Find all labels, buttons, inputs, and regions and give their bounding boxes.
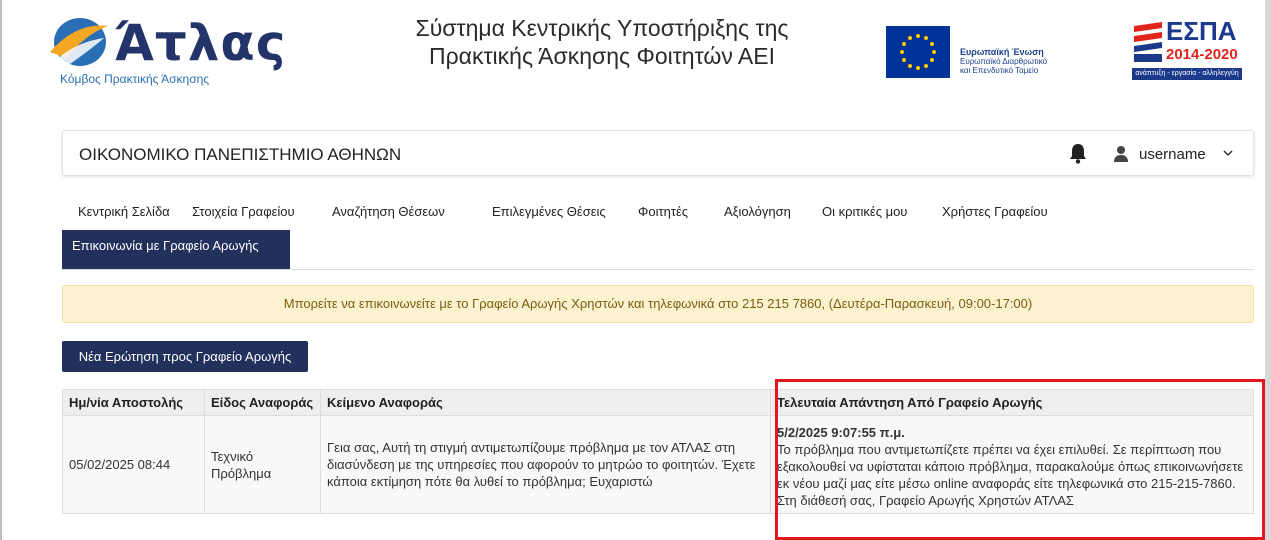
system-title: Σύστημα Κεντρικής Υποστήριξης της Πρακτι… [342,14,862,70]
bell-icon[interactable] [1068,142,1088,164]
nav-item-search-positions[interactable]: Αναζήτηση Θέσεων [332,204,445,219]
user-icon[interactable] [1113,145,1129,163]
username-label[interactable]: username [1139,146,1206,163]
espa-years: 2014-2020 [1166,46,1238,63]
header-type[interactable]: Είδος Αναφοράς [204,389,321,416]
cell-reply: 5/2/2025 9:07:55 π.μ. Το πρόβλημα που αν… [770,415,1254,514]
atlas-logo[interactable]: Άτλας Κόμβος Πρακτικής Άσκησης [42,8,285,88]
university-bar: ΟΙΚΟΝΟΜΙΚΟ ΠΑΝΕΠΙΣΤΗΜΙΟ ΑΘΗΝΩΝ username [62,130,1254,176]
nav-item-home[interactable]: Κεντρική Σελίδα [78,204,170,219]
header-date[interactable]: Ημ/νία Αποστολής [62,389,205,416]
cell-date: 05/02/2025 08:44 [62,415,205,514]
espa-stripes-icon [1134,22,1162,62]
nav-item-evaluation[interactable]: Αξιολόγηση [724,204,791,219]
eu-line1: Ευρωπαϊκό Διαρθρωτικό [960,57,1048,66]
info-banner: Μπορείτε να επικοινωνείτε με το Γραφείο … [62,285,1254,323]
nav-item-office-users[interactable]: Χρήστες Γραφείου [942,204,1048,219]
chevron-down-icon[interactable] [1223,148,1233,158]
reports-table: Ημ/νία Αποστολής Είδος Αναφοράς Κείμενο … [62,389,1254,514]
logo-word: Άτλας [114,14,287,72]
nav-item-students[interactable]: Φοιτητές [638,204,688,219]
reply-text: Το πρόβλημα που αντιμετωπίζετε πρέπει να… [777,442,1244,508]
table-row[interactable]: 05/02/2025 08:44 Τεχνικό Πρόβλημα Γεια σ… [62,415,1254,514]
table-header-row: Ημ/νία Αποστολής Είδος Αναφοράς Κείμενο … [62,389,1254,416]
eu-title: Ευρωπαϊκή Ένωση [960,47,1044,57]
nav-item-contact-helpdesk[interactable]: Επικοινωνία με Γραφείο Αρωγής [62,230,290,269]
cell-text: Γεια σας, Αυτή τη στιγμή αντιμετωπίζουμε… [320,415,771,514]
page: Άτλας Κόμβος Πρακτικής Άσκησης Σύστημα Κ… [0,0,1271,540]
system-title-line1: Σύστημα Κεντρικής Υποστήριξης της [415,15,789,41]
espa-slogan: ανάπτυξη - εργασία - αλληλεγγύη [1132,68,1242,80]
system-title-line2: Πρακτικής Άσκησης Φοιτητών ΑΕΙ [428,43,776,69]
university-name: ΟΙΚΟΝΟΜΙΚΟ ΠΑΝΕΠΙΣΤΗΜΙΟ ΑΘΗΝΩΝ [79,145,402,164]
nav-item-my-reviews[interactable]: Οι κριτικές μου [822,204,907,219]
globe-icon [50,18,108,66]
reply-timestamp: 5/2/2025 9:07:55 π.μ. [777,425,905,440]
logo-subtitle: Κόμβος Πρακτικής Άσκησης [60,72,210,86]
espa-word: ΕΣΠΑ [1166,16,1237,46]
eu-text: Ευρωπαϊκή Ένωση Ευρωπαϊκό Διαρθρωτικό κα… [960,47,1048,76]
header-last-reply[interactable]: Τελευταία Απάντηση Από Γραφείο Αρωγής [770,389,1254,416]
eu-flag-icon [886,26,950,78]
eu-line2: και Επενδυτικό Ταμείο [960,66,1039,75]
espa-logo: ΕΣΠΑ 2014-2020 ανάπτυξη - εργασία - αλλη… [1132,18,1242,88]
nav-item-selected-positions[interactable]: Επιλεγμένες Θέσεις [492,204,606,219]
eu-logo: Ευρωπαϊκή Ένωση Ευρωπαϊκό Διαρθρωτικό κα… [886,26,1086,82]
cell-type: Τεχνικό Πρόβλημα [204,415,321,514]
header-text[interactable]: Κείμενο Αναφοράς [320,389,771,416]
nav-item-office-info[interactable]: Στοιχεία Γραφείου [192,204,295,219]
new-question-button[interactable]: Νέα Ερώτηση προς Γραφείο Αρωγής [62,341,308,372]
main-nav: Κεντρική Σελίδα Στοιχεία Γραφείου Αναζήτ… [62,200,1254,270]
